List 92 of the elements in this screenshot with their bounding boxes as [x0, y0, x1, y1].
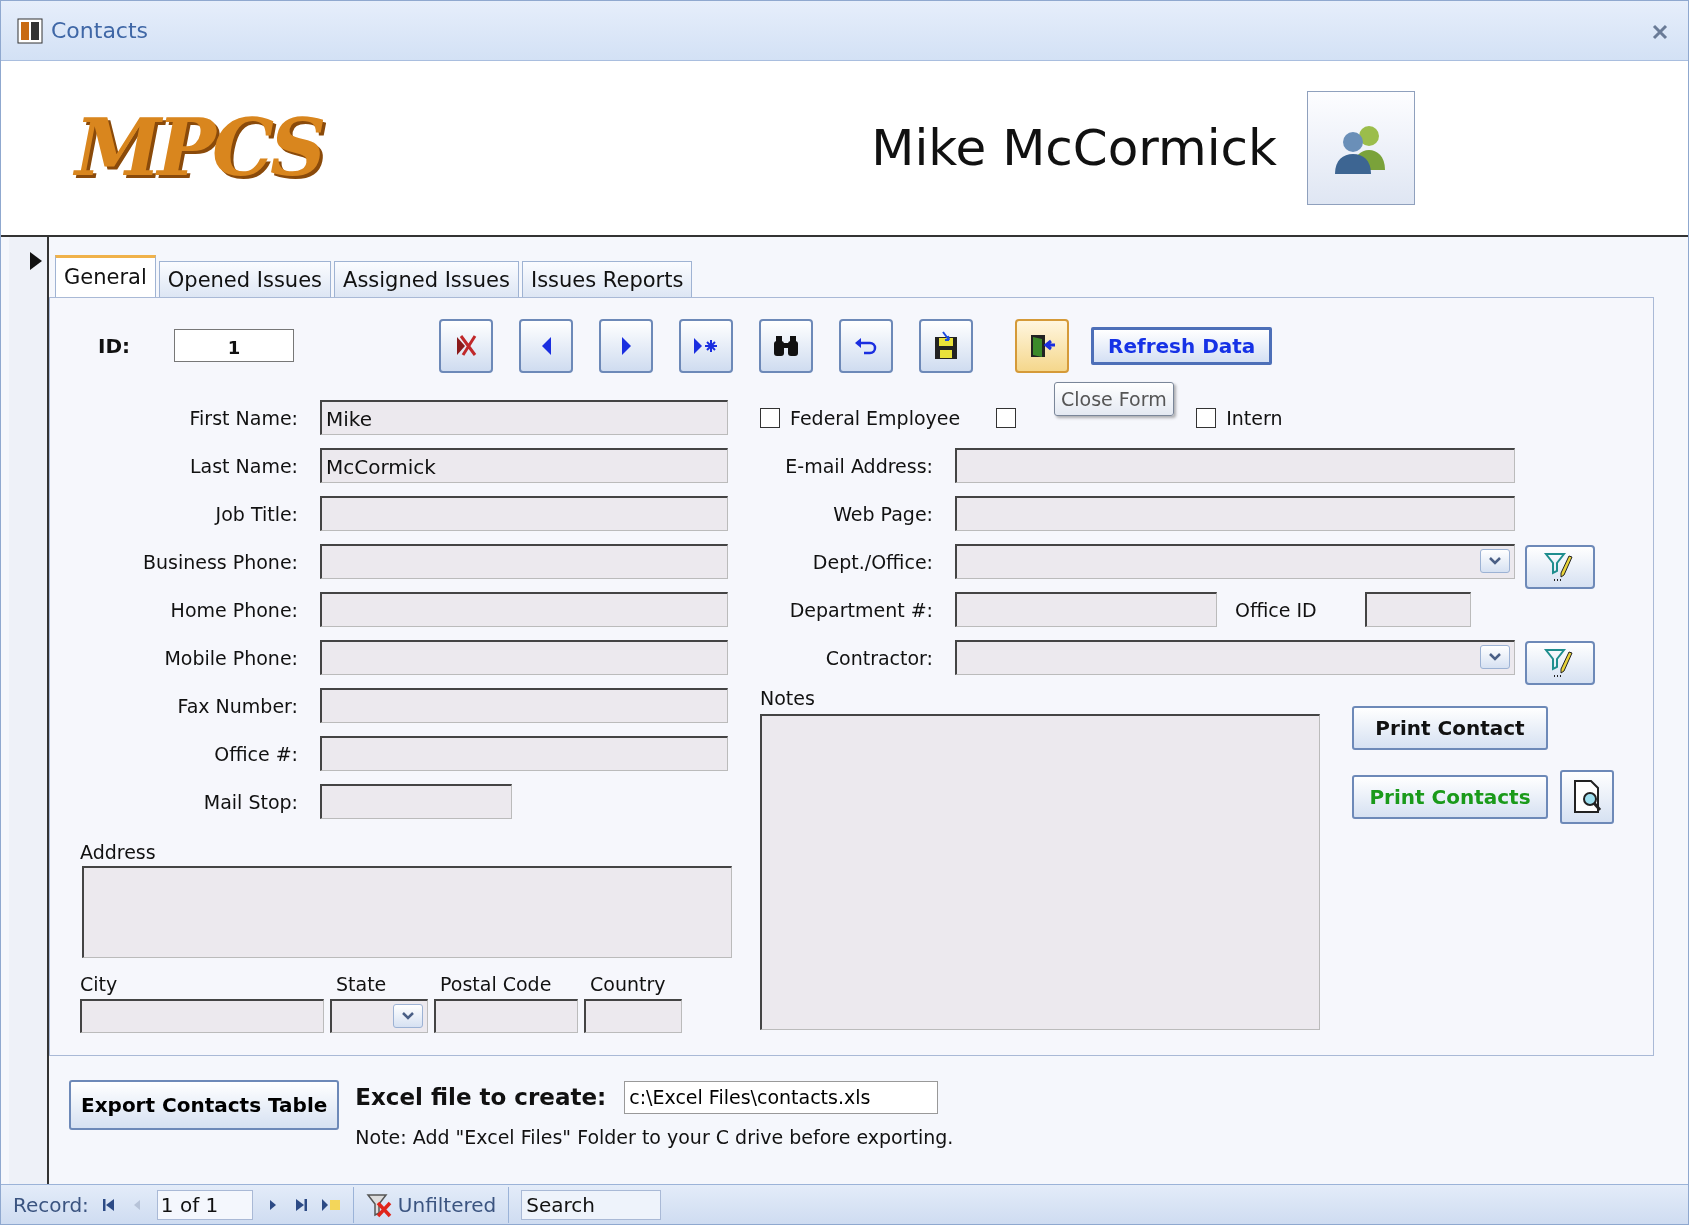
- print-preview-button[interactable]: [1560, 769, 1614, 824]
- record-label: Record:: [13, 1191, 89, 1219]
- field-label: Department #:: [788, 597, 934, 623]
- tab[interactable]: Issues Reports: [521, 260, 693, 297]
- field-label: Home Phone:: [169, 597, 299, 623]
- field-label: Last Name:: [188, 453, 299, 479]
- input-field[interactable]: [434, 998, 578, 1033]
- tab[interactable]: Opened Issues: [158, 260, 332, 297]
- field-label: First Name:: [188, 405, 299, 431]
- input-field[interactable]: [320, 736, 728, 772]
- checkbox[interactable]: [760, 407, 780, 428]
- input-field[interactable]: [330, 998, 428, 1033]
- input-field[interactable]: McCormick: [320, 448, 728, 484]
- address-field[interactable]: [82, 866, 732, 959]
- delete-record-button[interactable]: [439, 318, 493, 373]
- combo-field[interactable]: [955, 640, 1515, 676]
- checkbox-label: Intern: [1226, 405, 1283, 431]
- notes-field[interactable]: [760, 714, 1320, 1031]
- new-record-button[interactable]: [679, 318, 733, 373]
- dropdown-button[interactable]: [393, 1003, 423, 1028]
- filter-button[interactable]: [1525, 640, 1595, 685]
- window-title: Contacts: [51, 17, 149, 45]
- field-label: Excel file to create:: [355, 1083, 607, 1113]
- field-label: Postal Code: [439, 972, 553, 998]
- print-contact-button[interactable]: Print Contact: [1352, 705, 1548, 750]
- filter-status[interactable]: Unfiltered: [365, 1189, 497, 1220]
- input-field[interactable]: [320, 784, 512, 820]
- field-label: Job Title:: [213, 501, 299, 527]
- input-field[interactable]: [320, 640, 728, 676]
- field-label: Mail Stop:: [202, 789, 299, 815]
- refresh-button[interactable]: Refresh Data: [1091, 326, 1273, 365]
- logo: MPCS: [75, 109, 323, 187]
- app-icon: [17, 17, 43, 44]
- document-magnifier-icon: [1571, 778, 1603, 815]
- input-field[interactable]: [584, 998, 682, 1033]
- search-field[interactable]: Search: [521, 1189, 662, 1220]
- next-icon: [620, 336, 632, 355]
- chevron-down-icon: [401, 1010, 415, 1021]
- checkbox[interactable]: [1196, 407, 1217, 428]
- field-label: Country: [589, 972, 667, 998]
- floppy-disk-button[interactable]: [919, 318, 973, 373]
- contact-name: Mike McCormick: [871, 117, 1277, 179]
- id-label: ID:: [98, 332, 132, 360]
- input-field[interactable]: [955, 448, 1515, 484]
- filter-label: Unfiltered: [397, 1191, 497, 1219]
- file-path-field[interactable]: c:\Excel Files\contacts.xls: [624, 1080, 939, 1114]
- input-field[interactable]: [80, 998, 324, 1033]
- tab[interactable]: General: [55, 254, 156, 297]
- input-field[interactable]: [955, 592, 1217, 628]
- tab[interactable]: Assigned Issues: [334, 260, 519, 297]
- undo-button[interactable]: [839, 318, 893, 373]
- note-text: Note: Add "Excel Files" Folder to your C drive before exporting.: [355, 1124, 954, 1150]
- record-position-field[interactable]: 1 of 1: [156, 1189, 253, 1220]
- field-label: Office ID: [1235, 597, 1317, 623]
- field-label: Web Page:: [832, 501, 934, 527]
- checkbox[interactable]: [996, 407, 1017, 428]
- checkbox-label: Federal Employee: [790, 405, 961, 431]
- field-label: City: [80, 972, 119, 998]
- next-button[interactable]: [599, 318, 653, 373]
- input-field[interactable]: [320, 496, 728, 532]
- previous-button[interactable]: [519, 318, 573, 373]
- field-label: Office #:: [213, 741, 299, 767]
- input-field[interactable]: [320, 592, 728, 628]
- input-field[interactable]: [1364, 592, 1471, 628]
- field-label: Dept./Office:: [811, 549, 934, 575]
- combo-field[interactable]: [955, 544, 1515, 580]
- close-icon: [1652, 23, 1668, 40]
- input-field[interactable]: [320, 688, 728, 724]
- field-label: State: [335, 972, 388, 998]
- chevron-down-icon: [1488, 652, 1502, 663]
- filter-off-icon: [365, 1191, 394, 1218]
- record-selector-icon: [29, 250, 43, 271]
- previous-icon: [540, 336, 552, 355]
- input-field[interactable]: [955, 496, 1515, 532]
- binoculars-button[interactable]: [759, 318, 813, 373]
- exit-door-button[interactable]: [1015, 318, 1069, 373]
- tooltip: Close Form: [1054, 381, 1174, 417]
- field-label: Address: [80, 839, 157, 865]
- notes-label: Notes: [760, 685, 816, 711]
- field-label: Business Phone:: [141, 549, 299, 575]
- export-button[interactable]: Export Contacts Table: [69, 1080, 340, 1131]
- filter-button[interactable]: [1525, 544, 1595, 589]
- input-field[interactable]: [320, 544, 728, 580]
- field-label: Fax Number:: [176, 693, 299, 719]
- dropdown-button[interactable]: [1480, 645, 1510, 670]
- id-field[interactable]: 1: [174, 329, 294, 363]
- dropdown-button[interactable]: [1480, 549, 1510, 574]
- field-label: Contractor:: [824, 645, 934, 671]
- field-label: Mobile Phone:: [163, 645, 299, 671]
- input-field[interactable]: Mike: [320, 400, 728, 436]
- chevron-down-icon: [1488, 556, 1502, 567]
- field-label: E-mail Address:: [784, 453, 934, 479]
